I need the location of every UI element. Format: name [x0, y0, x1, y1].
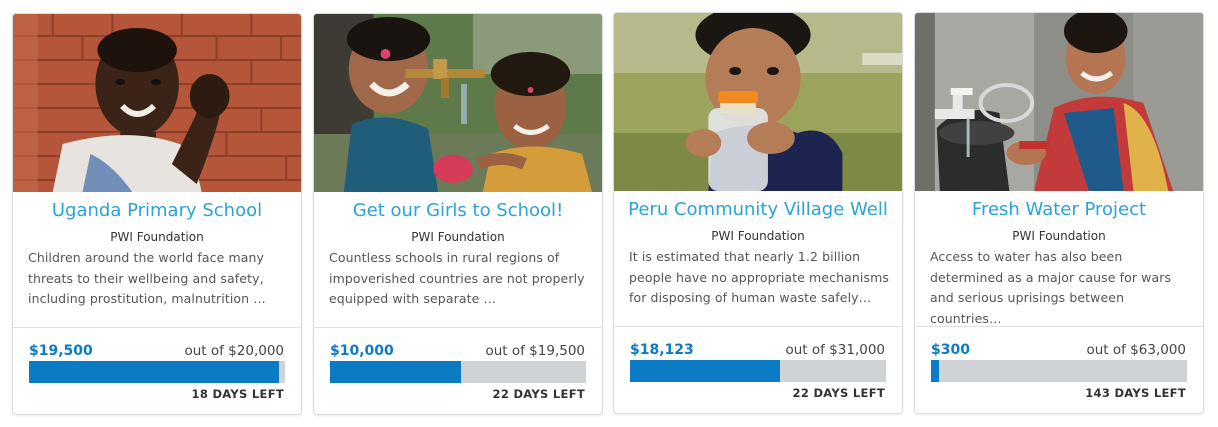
funding-progress-fill: [29, 361, 279, 383]
days-left: 143 DAYS LEFT: [1085, 386, 1186, 400]
project-description: Countless schools in rural regions of im…: [329, 250, 585, 306]
project-card-uganda-primary-school[interactable]: Uganda Primary School PWI Foundation Chi…: [12, 13, 302, 415]
amount-raised: $10,000: [330, 343, 394, 359]
amount-raised: $18,123: [630, 342, 694, 358]
project-photo[interactable]: [314, 14, 602, 192]
days-left: 22 DAYS LEFT: [492, 387, 585, 401]
card-divider: [13, 327, 301, 328]
funding-progress-bar: [330, 361, 586, 383]
funding-progress-fill: [330, 361, 462, 383]
project-card-fresh-water-project[interactable]: Fresh Water Project PWI Foundation Acces…: [914, 12, 1204, 414]
project-description: It is estimated that nearly 1.2 billion …: [629, 249, 889, 305]
amount-raised: $300: [931, 342, 970, 358]
days-left: 18 DAYS LEFT: [191, 387, 284, 401]
card-divider: [314, 327, 602, 328]
funding-progress-bar: [630, 360, 886, 382]
days-left: 22 DAYS LEFT: [792, 386, 885, 400]
project-card-peru-community-village-well[interactable]: Peru Community Village Well PWI Foundati…: [613, 12, 903, 414]
card-divider: [915, 326, 1203, 327]
card-divider: [614, 326, 902, 327]
project-organization: PWI Foundation: [711, 229, 805, 243]
amount-raised: $19,500: [29, 343, 93, 359]
funding-progress-bar: [931, 360, 1187, 382]
funding-goal: out of $31,000: [785, 342, 885, 358]
funding-goal: out of $20,000: [184, 343, 284, 359]
project-title[interactable]: Fresh Water Project: [915, 199, 1203, 220]
project-title[interactable]: Get our Girls to School!: [314, 200, 602, 221]
project-description: Children around the world face many thre…: [28, 250, 266, 306]
project-title[interactable]: Peru Community Village Well: [614, 199, 902, 220]
funding-goal: out of $19,500: [485, 343, 585, 359]
project-organization: PWI Foundation: [1012, 229, 1106, 243]
project-title[interactable]: Uganda Primary School: [13, 200, 301, 221]
funding-progress-fill: [931, 360, 939, 382]
project-card-get-our-girls-to-school[interactable]: Get our Girls to School! PWI Foundation …: [313, 13, 603, 415]
project-description: Access to water has also been determined…: [930, 249, 1172, 326]
project-organization: PWI Foundation: [411, 230, 505, 244]
funding-progress-bar: [29, 361, 285, 383]
project-photo[interactable]: [915, 13, 1203, 191]
project-photo[interactable]: [13, 14, 301, 192]
funding-goal: out of $63,000: [1086, 342, 1186, 358]
funding-progress-fill: [630, 360, 780, 382]
project-organization: PWI Foundation: [110, 230, 204, 244]
project-photo[interactable]: [614, 13, 902, 191]
